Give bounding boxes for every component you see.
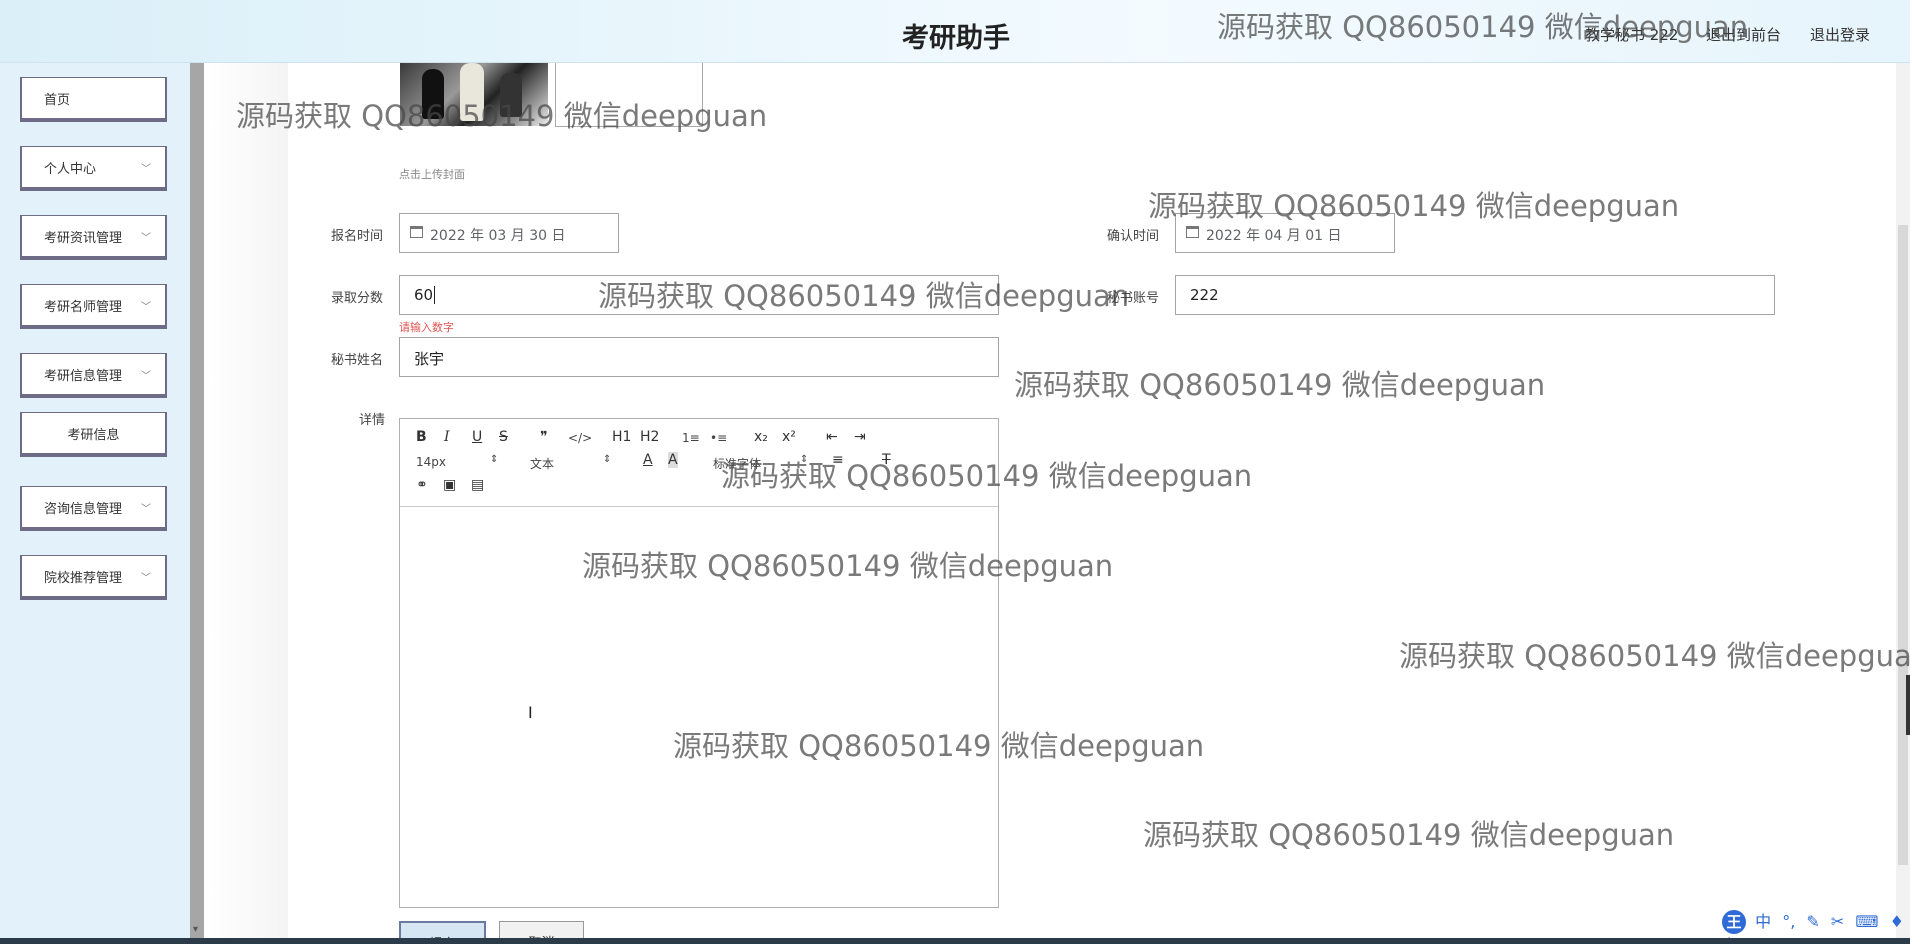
logout-link[interactable]: 退出登录 — [1810, 24, 1870, 45]
paragraph-select[interactable]: 文本 — [530, 455, 554, 472]
underline-button[interactable]: U — [472, 429, 482, 445]
sidebar-item-home[interactable]: 首页 — [20, 77, 167, 122]
subscript-button[interactable]: x₂ — [754, 429, 768, 445]
secretary-name-label: 秘书姓名 — [331, 353, 384, 368]
quote-button[interactable]: ❞ — [540, 429, 548, 445]
taskbar-edge — [0, 938, 1910, 944]
chevron-down-icon: ﹀ — [141, 302, 151, 313]
chevron-down-icon: ﹀ — [141, 233, 151, 244]
superscript-button[interactable]: x² — [782, 429, 796, 445]
sidebar-item-info-management[interactable]: 考研信息管理 ﹀ — [20, 353, 167, 398]
editor-content-area[interactable]: I — [400, 508, 998, 907]
cover-image — [400, 63, 548, 126]
secretary-account-value: 222 — [1190, 286, 1219, 304]
chevron-down-icon: ﹀ — [141, 573, 151, 584]
h2-button[interactable]: H2 — [640, 429, 659, 445]
confirm-time-picker[interactable]: 2022 年 04 月 01 日 — [1175, 213, 1395, 253]
scroll-down-arrow-icon[interactable]: ▾ — [193, 924, 198, 935]
font-size-select[interactable]: 14px — [416, 455, 446, 469]
bullet-list-button[interactable]: •≡ — [710, 431, 727, 445]
sidebar-item-label: 首页 — [44, 93, 71, 108]
secretary-account-input[interactable]: 222 — [1175, 275, 1775, 315]
calendar-icon — [1186, 226, 1199, 238]
italic-button[interactable]: I — [444, 429, 450, 445]
align-icon[interactable]: ≡ — [832, 452, 844, 468]
sidebar-subitem-info[interactable]: 考研信息 — [20, 412, 167, 457]
strike-button[interactable]: S — [499, 429, 508, 445]
scissors-icon[interactable]: ✂ — [1831, 912, 1844, 931]
clear-format-icon[interactable]: T — [882, 452, 891, 468]
goto-front-link[interactable]: 退出到前台 — [1706, 24, 1781, 45]
background-color-icon[interactable]: A — [668, 452, 678, 468]
calendar-icon — [410, 226, 423, 238]
sidebar-item-label: 咨询信息管理 — [44, 502, 123, 517]
sidebar-item-label: 院校推荐管理 — [44, 571, 123, 586]
confirm-time-value: 2022 年 04 月 01 日 — [1206, 228, 1342, 244]
user-info: 教学秘书 222 — [1585, 26, 1679, 44]
punctuation-icon[interactable]: °, — [1782, 912, 1795, 931]
sidebar-item-label: 考研名师管理 — [44, 300, 123, 315]
sidebar-item-personal-center[interactable]: 个人中心 ﹀ — [20, 146, 167, 191]
scroll-handle[interactable] — [1906, 675, 1910, 735]
chevron-up-icon: ﹀ — [141, 371, 151, 382]
sidebar-item-label: 考研信息 — [67, 428, 120, 443]
score-input[interactable]: 60 — [399, 275, 999, 315]
secretary-name-value: 张宇 — [414, 350, 445, 368]
page-scrollbar-thumb[interactable] — [1898, 225, 1908, 865]
upload-cover-hint[interactable]: 点击上传封面 — [399, 166, 465, 182]
reg-time-value: 2022 年 03 月 30 日 — [430, 228, 566, 244]
ordered-list-button[interactable]: 1≡ — [682, 431, 700, 445]
sidebar-item-label: 考研资讯管理 — [44, 231, 123, 246]
rich-text-editor: B I U S ❞ </> H1 H2 1≡ •≡ x₂ x² ⇤ ⇥ 14px… — [399, 418, 999, 908]
secretary-name-input[interactable]: 张宇 — [399, 337, 999, 377]
sidebar-item-label: 考研信息管理 — [44, 369, 123, 384]
skin-icon[interactable]: ♦ — [1890, 912, 1904, 931]
select-arrows-icon: ⇕ — [603, 454, 612, 465]
score-value: 60 — [414, 286, 434, 304]
code-button[interactable]: </> — [568, 431, 592, 445]
h1-button[interactable]: H1 — [612, 429, 631, 445]
app-title: 考研助手 — [902, 23, 1010, 54]
secretary-account-label: 秘书账号 — [1107, 291, 1160, 306]
confirm-time-label: 确认时间 — [1107, 229, 1160, 244]
ime-toolbar[interactable]: 王 中 °, ✎ ✂ ⌨ ♦ ⚙ — [1722, 908, 1910, 944]
outdent-button[interactable]: ⇤ — [826, 429, 838, 445]
bold-button[interactable]: B — [416, 429, 427, 445]
ime-mode[interactable]: 中 — [1755, 912, 1771, 931]
select-arrows-icon: ⇕ — [800, 454, 809, 465]
sidebar-scrollbar[interactable] — [190, 63, 204, 944]
sidebar-item-school-recommend[interactable]: 院校推荐管理 ﹀ — [20, 555, 167, 600]
video-icon[interactable]: ▤ — [471, 477, 484, 493]
content-left-shade — [210, 63, 288, 944]
cover-upload-box[interactable] — [555, 63, 703, 127]
pen-icon[interactable]: ✎ — [1806, 912, 1819, 931]
details-label: 详情 — [359, 413, 386, 428]
reg-time-label: 报名时间 — [331, 229, 384, 244]
select-arrows-icon: ⇕ — [490, 454, 499, 465]
link-icon[interactable]: ⚭ — [416, 477, 428, 493]
sidebar-item-label: 个人中心 — [44, 162, 97, 177]
chevron-down-icon: ﹀ — [141, 164, 151, 175]
ime-logo: 王 — [1722, 910, 1746, 934]
score-error: 请输入数字 — [399, 321, 454, 334]
editor-toolbar: B I U S ❞ </> H1 H2 1≡ •≡ x₂ x² ⇤ ⇥ 14px… — [400, 419, 998, 507]
font-family-select[interactable]: 标准字体 — [713, 455, 761, 472]
image-icon[interactable]: ▣ — [443, 477, 456, 493]
score-label: 录取分数 — [331, 291, 384, 306]
font-color-icon[interactable]: A — [643, 452, 653, 468]
sidebar-item-consult-management[interactable]: 咨询信息管理 ﹀ — [20, 486, 167, 531]
text-cursor-icon: I — [528, 703, 533, 722]
chevron-down-icon: ﹀ — [141, 504, 151, 515]
sidebar-item-news-management[interactable]: 考研资讯管理 ﹀ — [20, 215, 167, 260]
indent-button[interactable]: ⇥ — [854, 429, 866, 445]
reg-time-picker[interactable]: 2022 年 03 月 30 日 — [399, 213, 619, 253]
keyboard-icon[interactable]: ⌨ — [1855, 912, 1878, 931]
sidebar-item-teacher-management[interactable]: 考研名师管理 ﹀ — [20, 284, 167, 329]
